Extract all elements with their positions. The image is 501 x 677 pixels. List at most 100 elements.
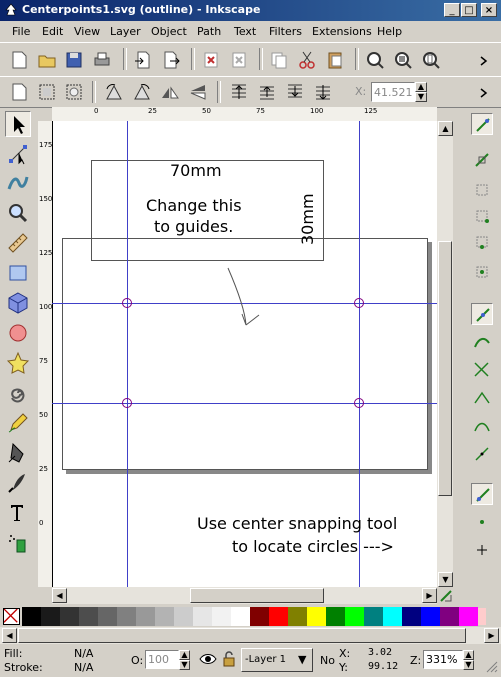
resize-grip-icon[interactable]	[484, 659, 498, 673]
color-swatch[interactable]	[307, 607, 326, 626]
zoom-page-icon[interactable]	[420, 49, 442, 71]
deselect-icon[interactable]	[63, 81, 85, 103]
lower-to-bottom-icon[interactable]	[312, 81, 334, 103]
height-annotation[interactable]: 30mm	[298, 193, 317, 245]
toolbar-overflow-icon[interactable]	[474, 81, 494, 103]
color-swatch[interactable]	[345, 607, 364, 626]
scroll-right-icon[interactable]: ▶	[422, 588, 437, 603]
rotate-cw-icon[interactable]	[131, 81, 153, 103]
color-swatch[interactable]	[117, 607, 136, 626]
snap-bbox-center-icon[interactable]	[471, 261, 493, 283]
x-spin-down-icon[interactable]: ▼	[415, 92, 427, 102]
color-swatch[interactable]	[383, 607, 402, 626]
eye-icon[interactable]	[199, 652, 217, 666]
scroll-down-icon[interactable]: ▼	[438, 572, 453, 587]
copy-icon[interactable]	[268, 49, 290, 71]
close-button[interactable]: ×	[481, 3, 497, 17]
layer-selector[interactable]: -Layer 1 ▼	[241, 648, 313, 672]
color-swatch[interactable]	[364, 607, 383, 626]
snap-cusp-nodes-icon[interactable]	[471, 387, 493, 409]
raise-to-top-icon[interactable]	[228, 81, 250, 103]
zoom-spin-down-icon[interactable]: ▼	[463, 660, 474, 670]
color-swatch[interactable]	[155, 607, 174, 626]
palette-scroll-left-icon[interactable]: ◀	[2, 628, 17, 643]
color-swatch[interactable]	[326, 607, 345, 626]
measure-tool-icon[interactable]	[5, 230, 31, 256]
note-text-line1[interactable]: Change this	[146, 196, 242, 215]
color-swatch[interactable]	[212, 607, 231, 626]
hint-text-line2[interactable]: to locate circles --->	[232, 537, 394, 556]
width-annotation[interactable]: 70mm	[170, 161, 222, 180]
color-swatch[interactable]	[136, 607, 155, 626]
color-swatch[interactable]	[459, 607, 478, 626]
menu-filters[interactable]: Filters	[269, 25, 302, 38]
tweak-tool-icon[interactable]	[5, 169, 31, 195]
snap-smooth-nodes-icon[interactable]	[471, 415, 493, 437]
raise-icon[interactable]	[256, 81, 278, 103]
flip-horizontal-icon[interactable]	[159, 81, 181, 103]
menu-help[interactable]: Help	[377, 25, 402, 38]
rotate-ccw-icon[interactable]	[103, 81, 125, 103]
color-swatch[interactable]	[288, 607, 307, 626]
color-swatch[interactable]	[402, 607, 421, 626]
layer-dropdown-icon[interactable]: ▼	[298, 653, 306, 666]
print-icon[interactable]	[91, 49, 113, 71]
snap-bbox-edge-icon[interactable]	[471, 179, 493, 201]
select-all-layers-icon[interactable]	[36, 81, 58, 103]
palette-scrollbar[interactable]: ◀ ▶	[0, 627, 501, 644]
color-swatch[interactable]	[440, 607, 459, 626]
menu-extensions[interactable]: Extensions	[312, 25, 372, 38]
menu-layer[interactable]: Layer	[110, 25, 141, 38]
no-paint-swatch[interactable]	[3, 608, 20, 625]
minimize-button[interactable]: _	[444, 3, 460, 17]
opacity-spin-up-icon[interactable]: ▲	[179, 650, 190, 660]
color-swatch[interactable]	[41, 607, 60, 626]
open-folder-icon[interactable]	[36, 49, 58, 71]
menu-path[interactable]: Path	[197, 25, 221, 38]
horizontal-scroll-thumb[interactable]	[190, 588, 324, 603]
menu-object[interactable]: Object	[151, 25, 187, 38]
zoom-tool-icon[interactable]	[5, 200, 31, 226]
zoom-spin-up-icon[interactable]: ▲	[463, 650, 474, 660]
color-swatch[interactable]	[193, 607, 212, 626]
snap-bbox-corner-icon[interactable]	[471, 205, 493, 227]
snap-path-intersection-icon[interactable]	[471, 359, 493, 381]
text-tool-icon[interactable]	[5, 500, 31, 526]
menu-file[interactable]: File	[12, 25, 30, 38]
hint-text-line1[interactable]: Use center snapping tool	[197, 514, 397, 533]
opacity-spin-down-icon[interactable]: ▼	[179, 660, 190, 670]
calligraphy-tool-icon[interactable]	[5, 470, 31, 496]
fill-value[interactable]: N/A	[74, 647, 93, 660]
lock-icon[interactable]	[222, 651, 236, 667]
menu-text[interactable]: Text	[234, 25, 256, 38]
3d-box-tool-icon[interactable]	[5, 290, 31, 316]
snap-bbox-icon[interactable]	[471, 149, 493, 171]
vertical-scroll-thumb[interactable]	[438, 241, 452, 496]
horizontal-scrollbar[interactable]: ◀ ▶	[52, 587, 437, 604]
x-spin-up-icon[interactable]: ▲	[415, 82, 427, 92]
new-document-icon[interactable]	[8, 49, 30, 71]
zoom-selection-icon[interactable]	[364, 49, 386, 71]
undo-icon[interactable]	[200, 49, 222, 71]
opacity-input[interactable]	[145, 650, 179, 669]
snap-line-midpoints-icon[interactable]	[471, 443, 493, 465]
snap-others-icon[interactable]	[471, 483, 493, 505]
snap-rotation-center-icon[interactable]	[471, 539, 493, 561]
zoom-corner-icon[interactable]	[437, 587, 457, 605]
export-icon[interactable]	[160, 49, 182, 71]
zoom-input[interactable]	[423, 650, 463, 669]
drawing-canvas[interactable]: 70mm Change this to guides. 30mm Use cen…	[52, 121, 437, 587]
scroll-up-icon[interactable]: ▲	[438, 121, 453, 136]
snap-nodes-icon[interactable]	[471, 303, 493, 325]
color-swatch[interactable]	[269, 607, 288, 626]
color-swatch[interactable]	[98, 607, 117, 626]
pen-tool-icon[interactable]	[5, 440, 31, 466]
rectangle-tool-icon[interactable]	[5, 260, 31, 286]
zoom-drawing-icon[interactable]	[392, 49, 414, 71]
menu-edit[interactable]: Edit	[42, 25, 63, 38]
color-swatch[interactable]	[250, 607, 269, 626]
snap-object-center-icon[interactable]	[471, 511, 493, 533]
note-text-line2[interactable]: to guides.	[154, 217, 233, 236]
stroke-value[interactable]: N/A	[74, 661, 93, 674]
pencil-tool-icon[interactable]	[5, 410, 31, 436]
